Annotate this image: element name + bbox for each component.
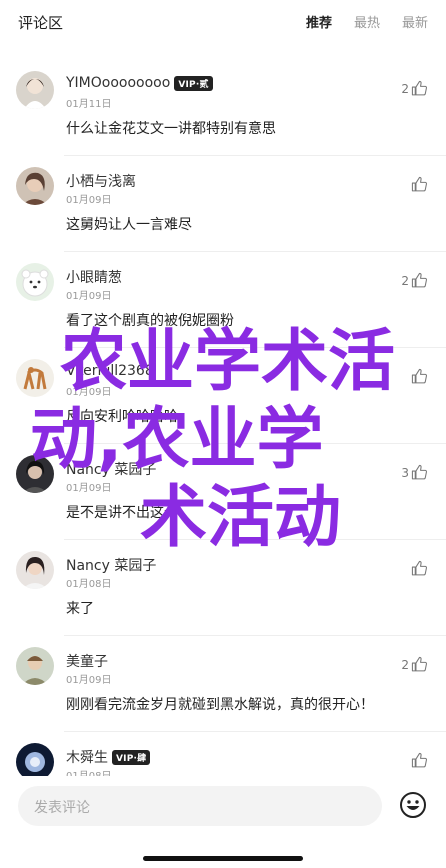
comment-author-row: Vkerlull2368 — [66, 363, 154, 379]
comment-item: 小眼睛葱 01月09日 2 看了这个剧真的被倪妮圈粉 — [16, 252, 446, 348]
like-button[interactable] — [409, 368, 428, 385]
comment-date: 01月09日 — [66, 675, 112, 686]
comment-item: Nancy 菜园子 01月08日 来了 — [16, 540, 446, 636]
comment-text: 刚刚看完流金岁月就碰到黑水解说，真的很开心！ — [66, 697, 374, 713]
comment-author[interactable]: Vkerlull2368 — [66, 363, 154, 379]
thumbs-up-icon — [411, 176, 427, 192]
comment-author[interactable]: 木舜生 — [66, 747, 108, 767]
thumbs-up-icon — [411, 560, 427, 576]
comment-item: Vkerlull2368 01月09日 反向安利哈哈哈哈 — [16, 348, 446, 444]
like-button[interactable] — [409, 176, 428, 193]
comment-text: 看了这个剧真的被倪妮圈粉 — [66, 313, 234, 329]
comment-input-placeholder: 发表评论 — [34, 800, 90, 816]
comment-date: 01月09日 — [66, 387, 112, 398]
comment-author[interactable]: 小栖与浅离 — [66, 171, 136, 191]
comment-text: 什么让金花艾文一讲都特别有意思 — [66, 121, 276, 137]
like-count: 3 — [401, 465, 409, 480]
comment-input[interactable]: 发表评论 — [18, 786, 382, 826]
comment-author[interactable]: Nancy 菜园子 — [66, 555, 156, 575]
like-button[interactable] — [409, 560, 428, 577]
comment-author-row: 小眼睛葱 — [66, 267, 122, 287]
thumbs-up-icon — [411, 752, 427, 768]
thumbs-up-icon — [411, 80, 427, 96]
avatar[interactable] — [16, 647, 54, 685]
comment-text: 这舅妈让人一言难尽 — [66, 217, 192, 233]
comment-author-row: 木舜生 VIP·肆 — [66, 747, 151, 767]
vip-badge: VIP·贰 — [174, 75, 213, 91]
comment-list: YIMOoooooooo VIP·贰 01月11日 2 什么让金花艾文一讲都特别… — [0, 60, 446, 827]
comment-item: Nancy 菜园子 01月09日 3 是不是讲不出这个 — [16, 444, 446, 540]
thumbs-up-icon — [411, 656, 427, 672]
comment-item: YIMOoooooooo VIP·贰 01月11日 2 什么让金花艾文一讲都特别… — [16, 60, 446, 156]
comment-author[interactable]: Nancy 菜园子 — [66, 459, 156, 479]
avatar[interactable] — [16, 551, 54, 589]
like-button[interactable] — [409, 752, 428, 769]
like-count: 2 — [401, 273, 409, 288]
comments-header: 评论区 推荐 最热 最新 — [0, 0, 446, 46]
comment-date: 01月11日 — [66, 99, 112, 110]
comment-composer: 发表评论 — [0, 776, 446, 868]
comment-author[interactable]: 小眼睛葱 — [66, 267, 122, 287]
vip-badge: VIP·肆 — [112, 749, 151, 765]
avatar[interactable] — [16, 263, 54, 301]
comment-date: 01月09日 — [66, 195, 112, 206]
comment-author-row: Nancy 菜园子 — [66, 459, 156, 479]
tab-hottest[interactable]: 最热 — [354, 12, 380, 31]
comment-date: 01月08日 — [66, 579, 112, 590]
comment-text: 是不是讲不出这个 — [66, 505, 178, 521]
avatar[interactable] — [16, 167, 54, 205]
comment-date: 01月09日 — [66, 483, 112, 494]
avatar[interactable] — [16, 455, 54, 493]
comment-item: 小栖与浅离 01月09日 这舅妈让人一言难尽 — [16, 156, 446, 252]
like-count: 2 — [401, 81, 409, 96]
emoji-icon[interactable] — [398, 790, 428, 820]
tab-newest[interactable]: 最新 — [402, 12, 428, 31]
avatar[interactable] — [16, 359, 54, 397]
thumbs-up-icon — [411, 272, 427, 288]
page-title: 评论区 — [18, 14, 64, 32]
comment-text: 反向安利哈哈哈哈 — [66, 409, 178, 425]
like-button[interactable]: 2 — [401, 272, 428, 289]
sort-tabs: 推荐 最热 最新 — [306, 12, 428, 31]
home-indicator — [143, 856, 303, 861]
thumbs-up-icon — [411, 368, 427, 384]
like-button[interactable]: 2 — [401, 656, 428, 673]
like-count: 2 — [401, 657, 409, 672]
comment-text: 来了 — [66, 601, 94, 617]
like-button[interactable]: 3 — [401, 464, 428, 481]
comment-date: 01月09日 — [66, 291, 112, 302]
tab-recommended[interactable]: 推荐 — [306, 12, 332, 31]
comment-author-row: Nancy 菜园子 — [66, 555, 156, 575]
comment-author[interactable]: 美童子 — [66, 651, 108, 671]
comment-author-row: YIMOoooooooo VIP·贰 — [66, 75, 213, 91]
like-button[interactable]: 2 — [401, 80, 428, 97]
comment-author[interactable]: YIMOoooooooo — [66, 75, 170, 91]
comment-author-row: 美童子 — [66, 651, 108, 671]
comment-item: 美童子 01月09日 2 刚刚看完流金岁月就碰到黑水解说，真的很开心！ — [16, 636, 446, 732]
comment-author-row: 小栖与浅离 — [66, 171, 136, 191]
avatar[interactable] — [16, 71, 54, 109]
thumbs-up-icon — [411, 464, 427, 480]
